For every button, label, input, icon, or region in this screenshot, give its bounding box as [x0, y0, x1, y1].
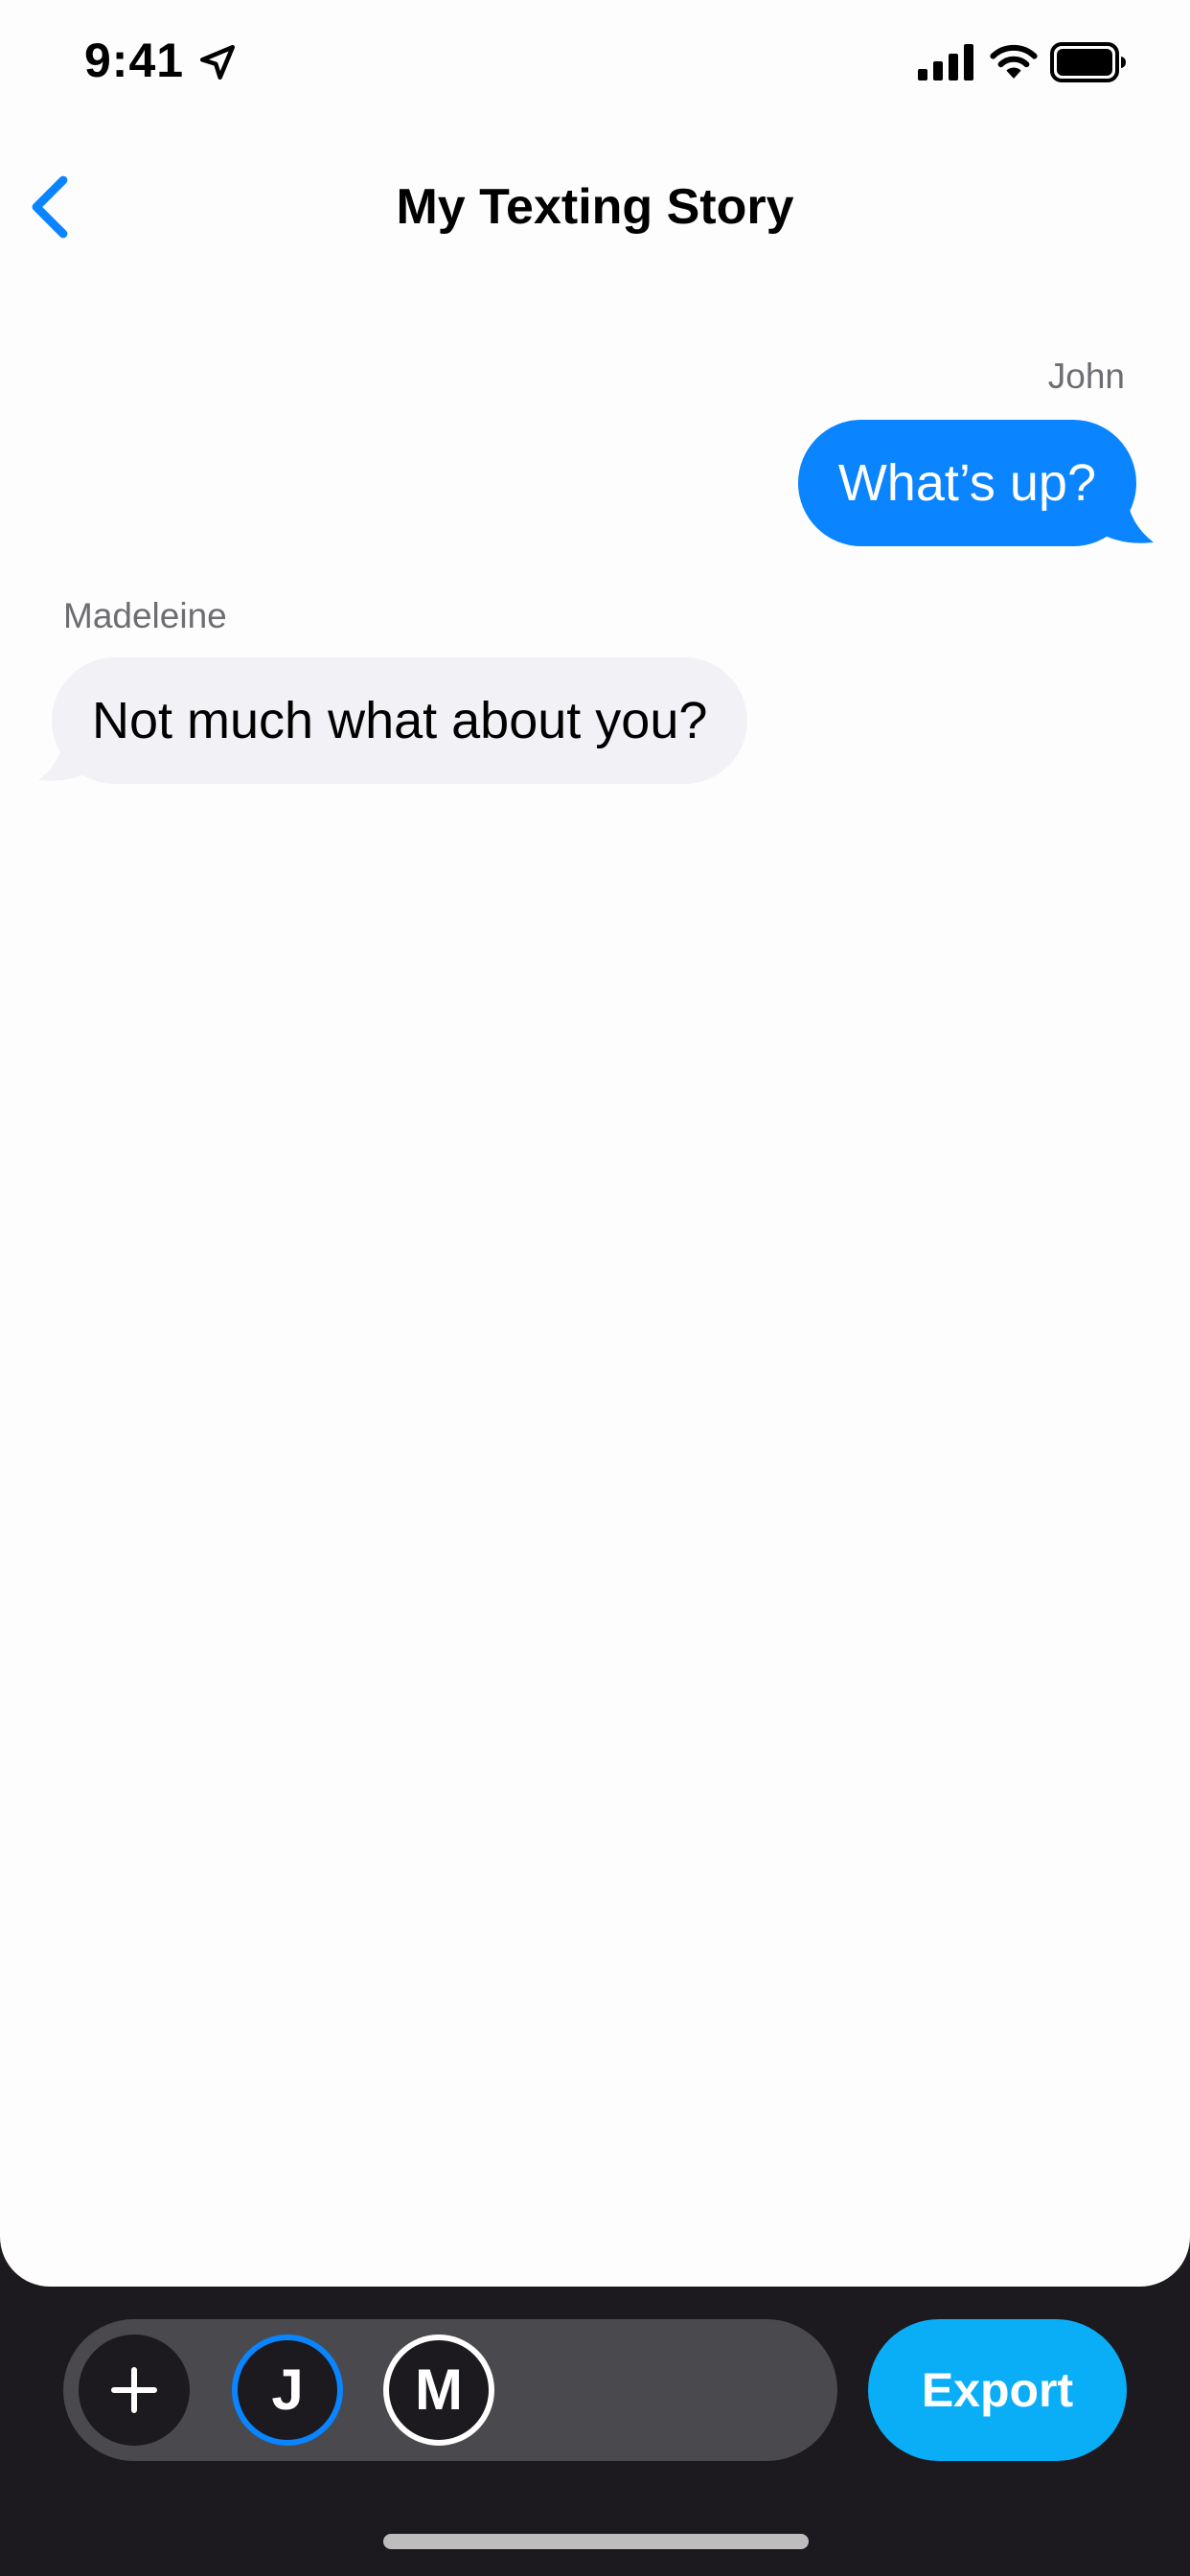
sender-name-john: John — [1047, 356, 1125, 396]
add-participant-button[interactable] — [79, 2334, 190, 2446]
plus-icon — [111, 2367, 157, 2413]
battery-icon — [1050, 42, 1126, 82]
message-bubble-outgoing[interactable]: What’s up? — [797, 420, 1136, 546]
sender-name-madeleine: Madeleine — [63, 596, 227, 635]
export-button[interactable]: Export — [868, 2319, 1127, 2461]
cellular-signal-icon — [918, 44, 973, 80]
home-indicator — [383, 2534, 809, 2549]
location-arrow-icon — [199, 44, 236, 80]
status-time: 9:41 — [84, 34, 185, 87]
page-title: My Texting Story — [396, 179, 794, 235]
participant-avatar-m[interactable]: M — [383, 2334, 494, 2446]
app-screen: 9:41 My Texting Story John What’s up? Ma… — [0, 0, 1190, 2576]
participant-avatar-j[interactable]: J — [232, 2334, 343, 2446]
chat-content-area: 9:41 My Texting Story John What’s up? Ma… — [0, 0, 1190, 2287]
wifi-icon — [990, 44, 1038, 79]
message-bubble-incoming[interactable]: Not much what about you? — [52, 657, 748, 784]
